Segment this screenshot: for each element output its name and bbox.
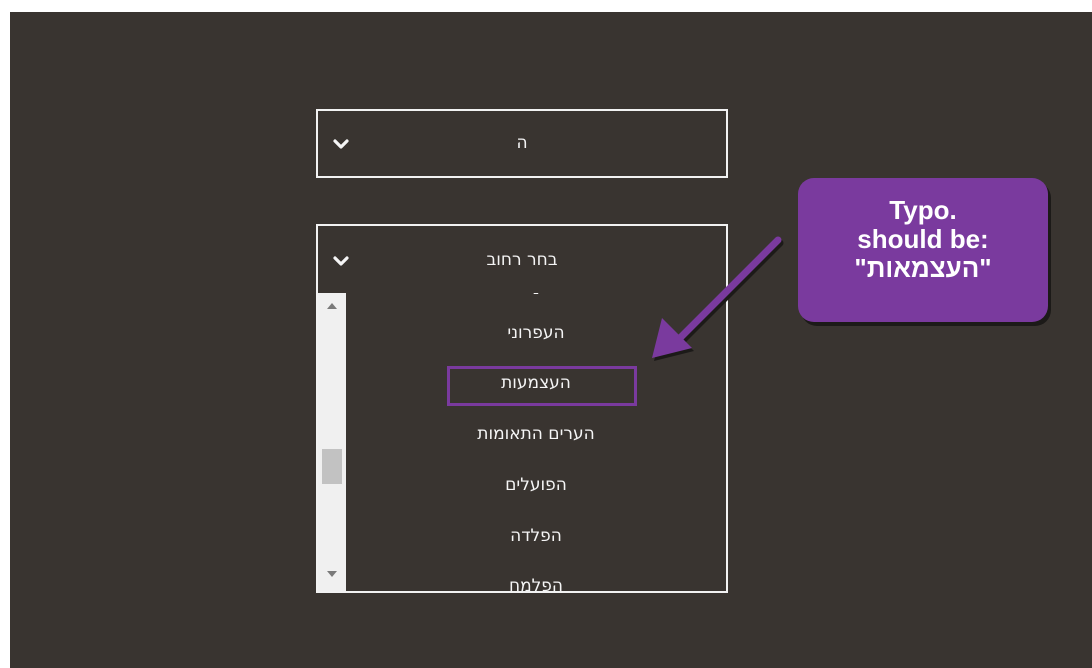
dropdown-scrollbar[interactable] — [318, 293, 346, 591]
dropdown-option[interactable]: הפועלים — [346, 475, 726, 495]
scrollbar-thumb[interactable] — [322, 449, 342, 484]
dropdown-option[interactable]: הפלמח — [346, 576, 726, 591]
dropdown-option[interactable]: הפלדה — [346, 526, 726, 546]
scroll-up-arrow-icon[interactable] — [327, 303, 337, 309]
letter-select[interactable]: ה — [316, 109, 728, 178]
scroll-down-arrow-icon[interactable] — [327, 571, 337, 577]
callout-line-3: "העצמאות" — [854, 253, 992, 283]
annotation-arrow-icon — [652, 236, 784, 361]
letter-select-value: ה — [516, 133, 528, 153]
typo-annotation-callout: Typo. should be: "העצמאות" — [798, 178, 1048, 322]
dropdown-option[interactable]: הערים התאומות — [346, 424, 726, 444]
typo-highlight-box — [447, 366, 637, 406]
callout-line-2: should be: — [857, 224, 989, 254]
callout-line-1: Typo. — [889, 195, 957, 225]
